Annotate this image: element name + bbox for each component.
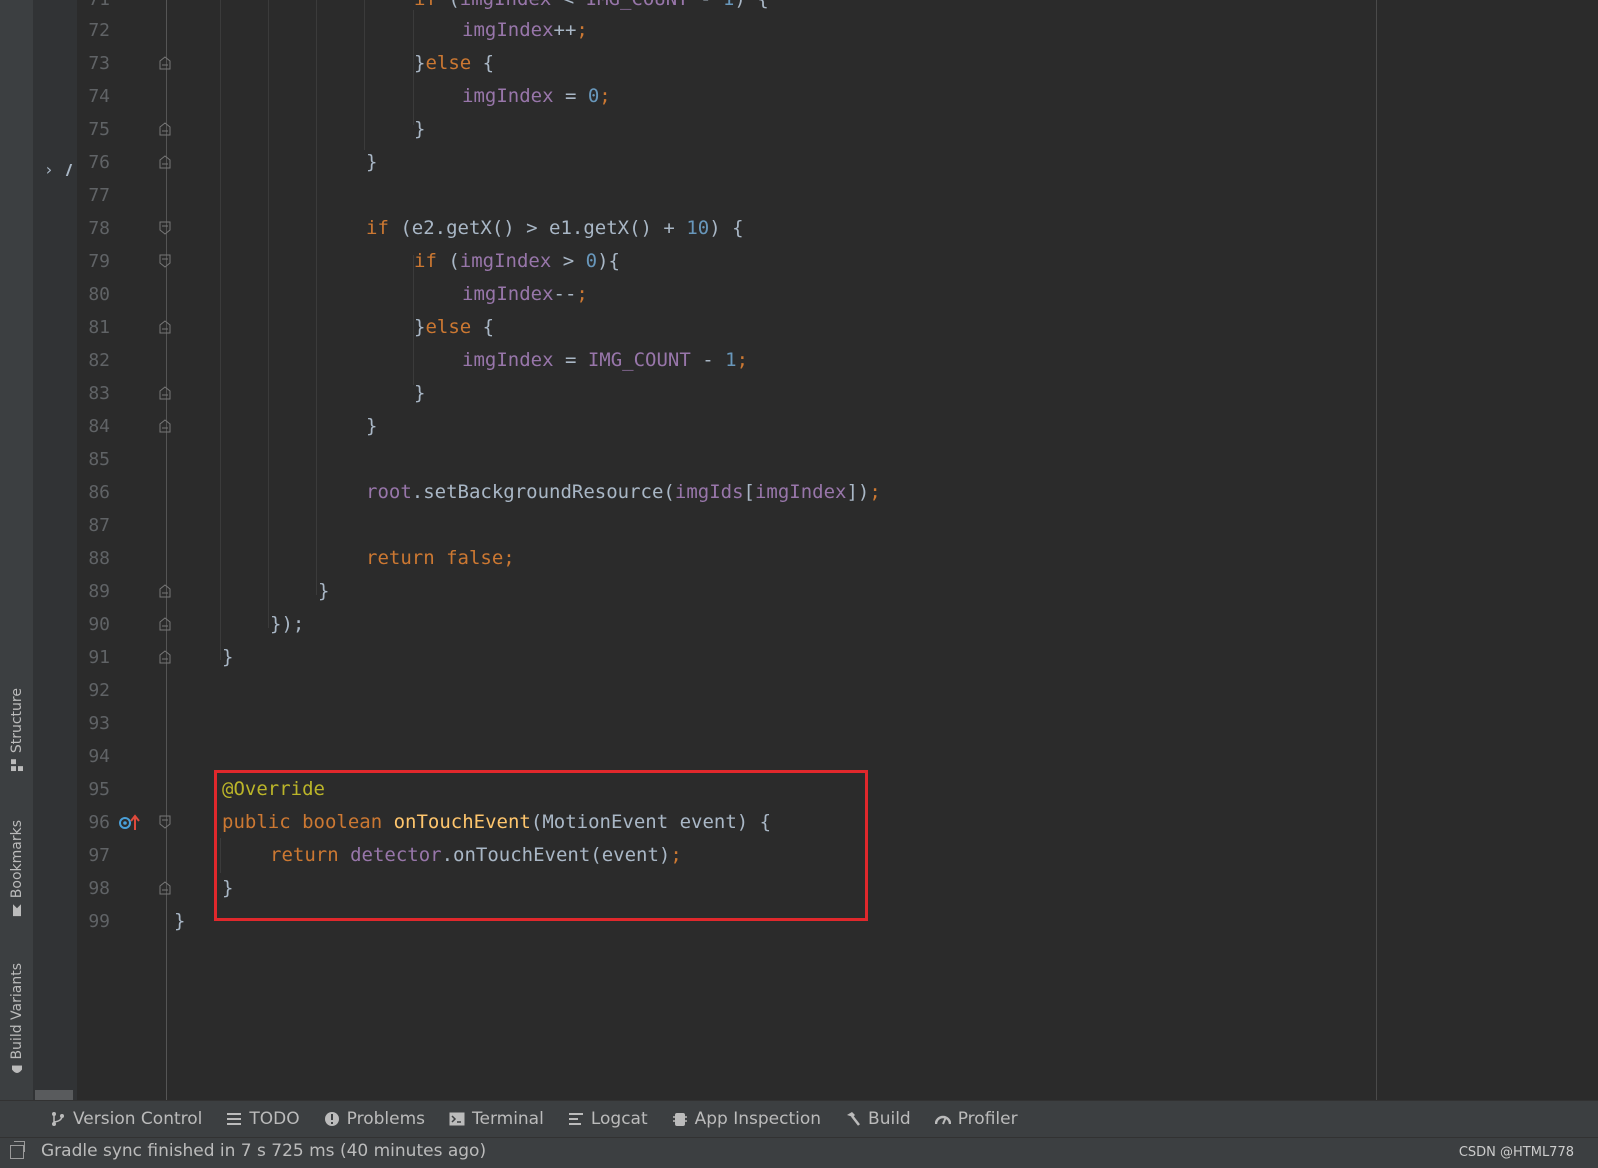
code-line: 83 } (0, 377, 1598, 410)
profiler-tab[interactable]: Profiler (934, 1109, 1018, 1129)
code-line: 77 (0, 179, 1598, 212)
line-number: 95 (88, 779, 110, 800)
line-number: 73 (88, 53, 110, 74)
status-message[interactable]: Gradle sync finished in 7 s 725 ms (40 m… (41, 1141, 486, 1161)
inspection-icon (672, 1113, 687, 1126)
line-number: 99 (88, 911, 110, 932)
build-variants-tab-label: Build Variants (8, 962, 25, 1060)
app-inspection-label: App Inspection (694, 1109, 822, 1129)
project-panel-scrollbar[interactable] (35, 1090, 73, 1100)
app-inspection-tab[interactable]: App Inspection (672, 1109, 821, 1129)
code-line: 78 if (e2.getX() > e1.getX() + 10) { (0, 212, 1598, 245)
code-line: 87 (0, 509, 1598, 542)
fold-start-icon[interactable] (159, 221, 171, 235)
hammer-icon (847, 1112, 861, 1126)
todo-label: TODO (249, 1109, 300, 1129)
status-bar: Gradle sync finished in 7 s 725 ms (40 m… (0, 1137, 1598, 1168)
build-label: Build (868, 1109, 911, 1129)
line-number: 85 (88, 449, 110, 470)
code-line: 91 } (0, 641, 1598, 674)
problems-icon (324, 1112, 339, 1126)
branch-icon (52, 1112, 64, 1126)
terminal-tab[interactable]: Terminal (449, 1109, 544, 1129)
code-line: 93 (0, 707, 1598, 740)
code-line: 75 } (0, 113, 1598, 146)
code-line: 72 imgIndex++; (0, 14, 1598, 47)
line-number: 76 (88, 152, 110, 173)
version-control-label: Version Control (73, 1109, 203, 1129)
code-line: 82 imgIndex = IMG_COUNT - 1; (0, 344, 1598, 377)
line-number: 96 (88, 812, 110, 833)
code-line: 86 root.setBackgroundResource(imgIds[img… (0, 476, 1598, 509)
code-line: 94 (0, 740, 1598, 773)
problems-tab[interactable]: Problems (324, 1109, 425, 1129)
code-line: 84 } (0, 410, 1598, 443)
build-variants-tab[interactable]: Build Variants (0, 950, 33, 1090)
line-number: 90 (88, 614, 110, 635)
fold-end-icon[interactable] (159, 122, 171, 136)
line-number: 84 (88, 416, 110, 437)
line-number: 82 (88, 350, 110, 371)
line-number: 83 (88, 383, 110, 404)
line-number: 97 (88, 845, 110, 866)
fold-end-icon[interactable] (159, 650, 171, 664)
line-number: 79 (88, 251, 110, 272)
gauge-icon (934, 1115, 951, 1125)
fold-end-icon[interactable] (159, 155, 171, 169)
line-number: 94 (88, 746, 110, 767)
code-line: 85 (0, 443, 1598, 476)
code-line: 74 imgIndex = 0; (0, 80, 1598, 113)
fold-start-icon[interactable] (159, 254, 171, 268)
build-tab[interactable]: Build (845, 1109, 911, 1129)
fold-start-icon[interactable] (159, 815, 171, 829)
fold-end-icon[interactable] (159, 386, 171, 400)
bottom-tool-window-bar: Version Control TODO Problems Terminal L… (0, 1100, 1598, 1137)
highlight-box (214, 770, 868, 921)
version-control-tab[interactable]: Version Control (50, 1109, 202, 1129)
code-line: 73 }else { (0, 47, 1598, 80)
fold-end-icon[interactable] (159, 56, 171, 70)
line-number: 80 (88, 284, 110, 305)
override-method-icon[interactable] (118, 814, 142, 832)
line-number: 77 (88, 185, 110, 206)
todo-tab[interactable]: TODO (226, 1109, 300, 1129)
line-number: 81 (88, 317, 110, 338)
line-number: 75 (88, 119, 110, 140)
logcat-tab[interactable]: Logcat (568, 1109, 648, 1129)
fold-end-icon[interactable] (159, 419, 171, 433)
line-number: 72 (88, 20, 110, 41)
code-line: 90 }); (0, 608, 1598, 641)
code-line: 80 imgIndex--; (0, 278, 1598, 311)
code-line: 88 return false; (0, 542, 1598, 575)
line-number: 88 (88, 548, 110, 569)
line-number: 74 (88, 86, 110, 107)
code-line: 79 if (imgIndex > 0){ (0, 245, 1598, 278)
problems-label: Problems (346, 1109, 425, 1129)
logcat-label: Logcat (590, 1109, 648, 1129)
code-line: 81 }else { (0, 311, 1598, 344)
line-number: 78 (88, 218, 110, 239)
line-number: 87 (88, 515, 110, 536)
code-line: 89 } (0, 575, 1598, 608)
fold-end-icon[interactable] (159, 584, 171, 598)
line-number: 92 (88, 680, 110, 701)
android-icon (11, 1065, 22, 1073)
line-number: 89 (88, 581, 110, 602)
fold-end-icon[interactable] (159, 881, 171, 895)
watermark: CSDN @HTML778 (1458, 1145, 1574, 1160)
line-number: 86 (88, 482, 110, 503)
list-icon (227, 1113, 242, 1125)
line-number: 91 (88, 647, 110, 668)
line-number: 93 (88, 713, 110, 734)
tool-windows-toggle-icon[interactable] (10, 1141, 25, 1159)
line-number: 98 (88, 878, 110, 899)
profiler-label: Profiler (957, 1109, 1018, 1129)
fold-end-icon[interactable] (159, 320, 171, 334)
code-line: 92 (0, 674, 1598, 707)
terminal-icon (449, 1112, 465, 1126)
terminal-label: Terminal (471, 1109, 544, 1129)
logcat-icon (568, 1113, 583, 1125)
code-line: 76 } (0, 146, 1598, 179)
fold-end-icon[interactable] (159, 617, 171, 631)
